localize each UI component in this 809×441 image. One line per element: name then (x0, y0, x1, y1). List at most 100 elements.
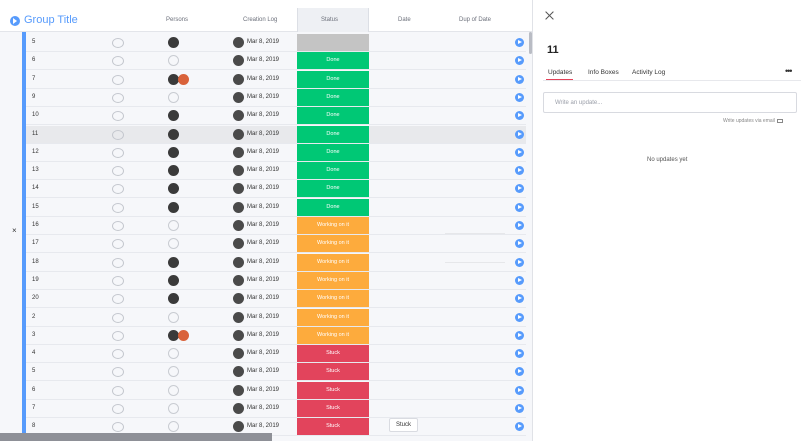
conversation-icon[interactable] (112, 202, 124, 213)
conversation-icon[interactable] (112, 92, 124, 103)
person-avatar[interactable] (178, 73, 189, 85)
person-avatar[interactable] (168, 37, 179, 48)
status-cell[interactable]: Stuck (297, 400, 369, 417)
table-row[interactable]: 10 Mar 8, 2019 Done (26, 107, 526, 126)
row-name[interactable]: 5 (32, 39, 35, 45)
close-icon[interactable] (545, 11, 554, 20)
status-cell[interactable]: Done (297, 107, 369, 125)
open-item-icon[interactable] (515, 367, 524, 377)
row-name[interactable]: 3 (32, 332, 35, 338)
open-item-icon[interactable] (515, 312, 524, 322)
table-row[interactable]: 6 Mar 8, 2019 Stuck (26, 381, 526, 400)
conversation-icon[interactable] (112, 166, 124, 177)
open-item-icon[interactable] (515, 38, 524, 47)
open-item-icon[interactable] (515, 92, 524, 102)
row-name[interactable]: 7 (32, 405, 35, 411)
conversation-icon[interactable] (112, 239, 124, 250)
conversation-icon[interactable] (112, 404, 124, 414)
status-cell[interactable]: Done (297, 180, 369, 198)
column-header-creation-log[interactable]: Creation Log (243, 17, 277, 23)
conversation-icon[interactable] (112, 294, 124, 305)
row-name[interactable]: 14 (32, 185, 39, 191)
status-cell[interactable]: Done (297, 52, 369, 70)
conversation-icon[interactable] (112, 184, 124, 195)
table-row[interactable]: 4 Mar 8, 2019 Stuck (26, 345, 526, 364)
open-item-icon[interactable] (515, 275, 524, 285)
status-cell[interactable] (297, 34, 369, 51)
conversation-icon[interactable] (112, 129, 124, 140)
status-cell[interactable]: Done (297, 88, 369, 106)
column-header-date[interactable]: Date (398, 17, 411, 23)
open-item-icon[interactable] (515, 147, 524, 157)
conversation-icon[interactable] (112, 74, 124, 85)
email-updates-link[interactable]: Write updates via email (723, 118, 783, 124)
open-item-icon[interactable] (515, 404, 524, 413)
open-item-icon[interactable] (515, 111, 524, 121)
person-avatar[interactable] (168, 146, 179, 158)
status-cell[interactable]: Stuck (297, 345, 369, 363)
open-item-icon[interactable] (515, 294, 524, 304)
table-row[interactable]: 7 Mar 8, 2019 Done (26, 70, 526, 89)
row-name[interactable]: 2 (32, 314, 35, 320)
open-item-icon[interactable] (515, 202, 524, 212)
person-avatar[interactable] (168, 238, 179, 250)
conversation-icon[interactable] (112, 330, 124, 341)
conversation-icon[interactable] (112, 422, 124, 433)
row-name[interactable]: 13 (32, 167, 39, 173)
table-row[interactable]: 7 Mar 8, 2019 Stuck (26, 400, 526, 418)
open-item-icon[interactable] (515, 239, 524, 249)
person-avatar[interactable] (168, 421, 179, 433)
table-row[interactable]: 11 Mar 8, 2019 Done (26, 125, 526, 144)
row-name[interactable]: 17 (32, 240, 39, 246)
row-name[interactable]: 10 (32, 112, 39, 118)
row-drag-marker[interactable]: × (12, 226, 17, 235)
open-item-icon[interactable] (515, 422, 524, 432)
conversation-icon[interactable] (112, 38, 124, 48)
row-name[interactable]: 5 (32, 368, 35, 374)
open-item-icon[interactable] (515, 74, 524, 84)
open-item-icon[interactable] (515, 56, 524, 66)
tab-updates[interactable]: Updates (548, 69, 572, 76)
person-avatar[interactable] (168, 403, 179, 414)
conversation-icon[interactable] (112, 56, 124, 67)
update-input[interactable]: Write an update... (543, 92, 797, 113)
table-row[interactable]: 14 Mar 8, 2019 Done (26, 180, 526, 199)
table-row[interactable]: 5 Mar 8, 2019 Stuck (26, 363, 526, 382)
row-name[interactable]: 9 (32, 94, 35, 100)
more-options-icon[interactable]: ••• (785, 66, 793, 76)
status-cell[interactable]: Stuck (297, 363, 369, 381)
status-cell[interactable]: Done (297, 70, 369, 88)
row-name[interactable]: 4 (32, 350, 35, 356)
group-title[interactable]: Group Title (24, 14, 78, 26)
table-row[interactable]: 15 Mar 8, 2019 Done (26, 198, 526, 217)
person-avatar[interactable] (168, 220, 179, 231)
person-avatar[interactable] (178, 329, 189, 341)
status-cell[interactable]: Working on it (297, 253, 369, 271)
row-name[interactable]: 6 (32, 387, 35, 393)
status-cell[interactable]: Working on it (297, 308, 369, 326)
person-avatar[interactable] (168, 128, 179, 140)
row-name[interactable]: 20 (32, 295, 39, 301)
table-row[interactable]: 20 Mar 8, 2019 Working on it (26, 290, 526, 309)
person-avatar[interactable] (168, 256, 179, 268)
open-item-icon[interactable] (515, 349, 524, 359)
conversation-icon[interactable] (112, 221, 124, 231)
conversation-icon[interactable] (112, 385, 124, 396)
person-avatar[interactable] (168, 348, 179, 360)
conversation-icon[interactable] (112, 367, 124, 378)
status-cell[interactable]: Working on it (297, 235, 369, 253)
table-row[interactable]: 2 Mar 8, 2019 Working on it (26, 308, 526, 327)
open-item-icon[interactable] (515, 385, 524, 395)
open-item-icon[interactable] (515, 166, 524, 176)
open-item-icon[interactable] (515, 129, 524, 139)
status-cell[interactable]: Working on it (297, 290, 369, 308)
column-header-status[interactable]: Status (321, 17, 338, 23)
table-row[interactable]: 9 Mar 8, 2019 Done (26, 88, 526, 107)
open-item-icon[interactable] (515, 184, 524, 194)
person-avatar[interactable] (168, 110, 179, 122)
person-avatar[interactable] (168, 55, 179, 67)
row-name[interactable]: 11 (32, 131, 38, 137)
row-name[interactable]: 19 (32, 277, 39, 283)
horizontal-scrollbar[interactable] (0, 433, 272, 441)
person-avatar[interactable] (168, 311, 179, 323)
